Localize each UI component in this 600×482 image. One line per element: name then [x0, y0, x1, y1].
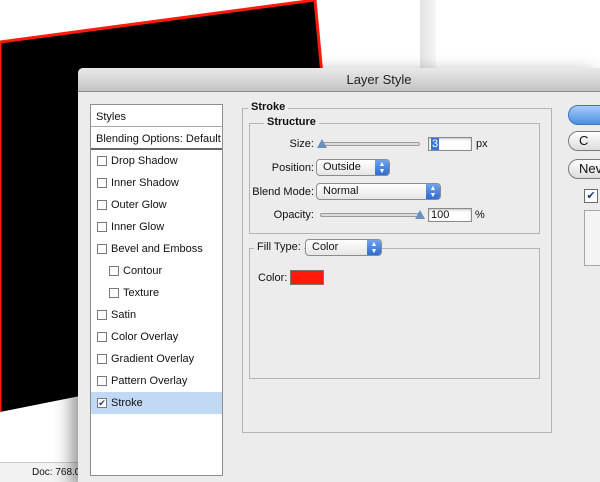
dialog-titlebar[interactable]: Layer Style [78, 68, 600, 92]
style-checkbox[interactable] [97, 156, 107, 166]
style-item-label: Inner Shadow [111, 177, 179, 189]
style-item-color-overlay[interactable]: Color Overlay [91, 326, 222, 348]
chevron-updown-icon: ▲ ▼ [367, 240, 381, 255]
style-checkbox[interactable] [97, 354, 107, 364]
style-item-inner-glow[interactable]: Inner Glow [91, 216, 222, 238]
style-item-drop-shadow[interactable]: Drop Shadow [91, 150, 222, 172]
blend-mode-value: Normal [323, 185, 359, 197]
opacity-label: Opacity: [273, 209, 314, 221]
style-item-pattern-overlay[interactable]: Pattern Overlay [91, 370, 222, 392]
blend-mode-label: Blend Mode: [252, 186, 314, 198]
position-value: Outside [323, 161, 361, 173]
styles-header[interactable]: Styles [91, 105, 222, 127]
size-slider-thumb[interactable] [317, 139, 327, 148]
style-item-label: Bevel and Emboss [111, 243, 203, 255]
size-input[interactable]: 3 [428, 137, 472, 151]
style-checkbox[interactable] [97, 244, 107, 254]
style-item-label: Stroke [111, 397, 143, 409]
style-item-contour[interactable]: Contour [91, 260, 222, 282]
dialog-title: Layer Style [346, 72, 412, 87]
preview-checkbox[interactable]: ✔ [584, 189, 598, 203]
style-item-gradient-overlay[interactable]: Gradient Overlay [91, 348, 222, 370]
position-label: Position: [271, 162, 314, 174]
opacity-slider-thumb[interactable] [415, 210, 425, 219]
style-checkbox[interactable]: ✔ [97, 398, 107, 408]
style-checkbox[interactable] [97, 310, 107, 320]
cancel-button[interactable]: C [568, 131, 600, 151]
color-label: Color: [258, 272, 288, 284]
fill-type-value: Color [312, 241, 339, 253]
layer-style-dialog: Layer Style Styles Blending Options: Def… [78, 68, 600, 482]
style-item-outer-glow[interactable]: Outer Glow [91, 194, 222, 216]
style-items: Drop Shadow Inner Shadow Outer Glow Inner G… [91, 150, 222, 414]
position-select[interactable]: Outside ▲ ▼ [316, 159, 390, 176]
style-item-label: Gradient Overlay [111, 353, 195, 365]
style-checkbox[interactable] [109, 266, 119, 276]
style-item-label: Satin [111, 309, 137, 321]
style-item-label: Inner Glow [111, 221, 165, 233]
size-label: Size: [289, 138, 314, 150]
style-item-inner-shadow[interactable]: Inner Shadow [91, 172, 222, 194]
canvas-gray-strip [420, 0, 436, 70]
stroke-color-swatch[interactable] [290, 270, 324, 285]
fill-type-legend: Fill Type: [254, 239, 304, 256]
style-item-stroke[interactable]: ✔ Stroke [91, 392, 222, 414]
style-item-label: Color Overlay [111, 331, 179, 343]
style-item-label: Drop Shadow [111, 155, 178, 167]
fill-group [249, 248, 540, 379]
style-item-label: Outer Glow [111, 199, 167, 211]
structure-title: Structure [264, 116, 319, 128]
style-checkbox[interactable] [109, 288, 119, 298]
style-checkbox[interactable] [97, 200, 107, 210]
style-item-texture[interactable]: Texture [91, 282, 222, 304]
style-item-satin[interactable]: Satin [91, 304, 222, 326]
style-checkbox[interactable] [97, 222, 107, 232]
opacity-unit: % [475, 209, 485, 221]
style-item-label: Texture [123, 287, 160, 299]
size-value: 3 [431, 138, 440, 150]
ok-button[interactable] [568, 105, 600, 125]
style-checkbox[interactable] [97, 178, 107, 188]
style-item-bevel-and-emboss[interactable]: Bevel and Emboss [91, 238, 222, 260]
style-preview-box [584, 210, 600, 266]
opacity-input[interactable]: 100 [428, 208, 472, 222]
new-style-button[interactable]: Nev [568, 159, 600, 179]
size-slider-track[interactable] [320, 142, 420, 146]
style-item-label: Contour [123, 265, 163, 277]
size-unit: px [476, 138, 488, 150]
fill-type-select[interactable]: Color ▲ ▼ [305, 239, 382, 256]
styles-list: Styles Blending Options: Default Drop Sh… [90, 104, 223, 476]
fill-type-label: Fill Type: [257, 241, 301, 253]
style-item-label: Pattern Overlay [111, 375, 188, 387]
chevron-updown-icon: ▲ ▼ [375, 160, 389, 175]
chevron-updown-icon: ▲ ▼ [426, 184, 440, 199]
doc-status-bar: Doc: 768.0 [0, 462, 80, 482]
stroke-title: Stroke [248, 101, 289, 113]
style-checkbox[interactable] [97, 376, 107, 386]
style-checkbox[interactable] [97, 332, 107, 342]
blending-options-item[interactable]: Blending Options: Default [91, 127, 222, 150]
blend-mode-select[interactable]: Normal ▲ ▼ [316, 183, 441, 200]
opacity-slider-track[interactable] [320, 213, 420, 217]
